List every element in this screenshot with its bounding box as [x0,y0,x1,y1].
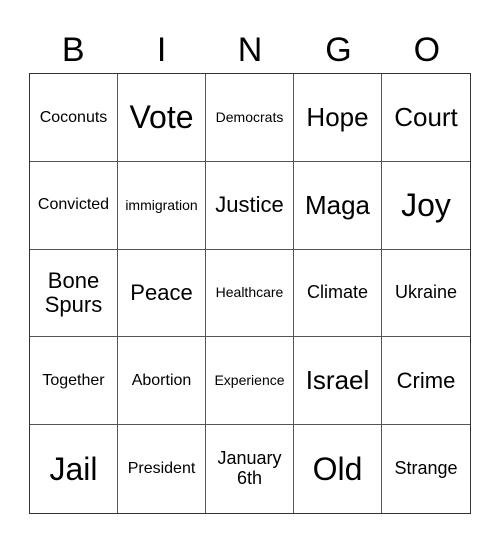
bingo-cell[interactable]: January 6th [206,425,294,513]
bingo-cell[interactable]: Jail [30,425,118,513]
bingo-cell[interactable]: Joy [382,162,470,250]
bingo-cell[interactable]: Ukraine [382,250,470,338]
bingo-cell[interactable]: Old [294,425,382,513]
header-letter-b: B [61,31,85,69]
bingo-cell[interactable]: Climate [294,249,382,338]
bingo-cell[interactable]: Court [382,74,470,162]
bingo-cell[interactable]: Healthcare [206,249,294,338]
bingo-cell[interactable]: Bone Spurs [30,249,118,338]
bingo-cell[interactable]: Maga [294,161,382,250]
header-letter-g: G [325,31,352,69]
bingo-cell[interactable]: Crime [382,337,470,426]
bingo-cell[interactable]: Israel [294,337,382,426]
header-letter-i: I [156,31,167,69]
bingo-cell[interactable]: Justice [206,161,294,250]
bingo-cell[interactable]: Together [30,337,118,426]
bingo-header: B I N G O [29,28,471,72]
bingo-cell[interactable]: Strange [382,425,470,513]
bingo-cell[interactable]: Hope [294,74,382,162]
bingo-cell[interactable]: Peace [118,249,206,338]
bingo-cell[interactable]: Vote [118,74,206,162]
bingo-cell[interactable]: Democrats [206,74,294,162]
bingo-cell[interactable]: Abortion [118,337,206,426]
bingo-grid: Coconuts Vote Democrats Hope Court Convi… [29,73,471,514]
bingo-cell[interactable]: Convicted [30,161,118,250]
header-letter-o: O [413,31,441,69]
bingo-cell[interactable]: immigration [118,161,206,250]
bingo-cell[interactable]: Experience [206,337,294,426]
bingo-cell[interactable]: President [118,425,206,513]
bingo-cell[interactable]: Coconuts [30,74,118,162]
header-letter-n: N [237,31,263,69]
